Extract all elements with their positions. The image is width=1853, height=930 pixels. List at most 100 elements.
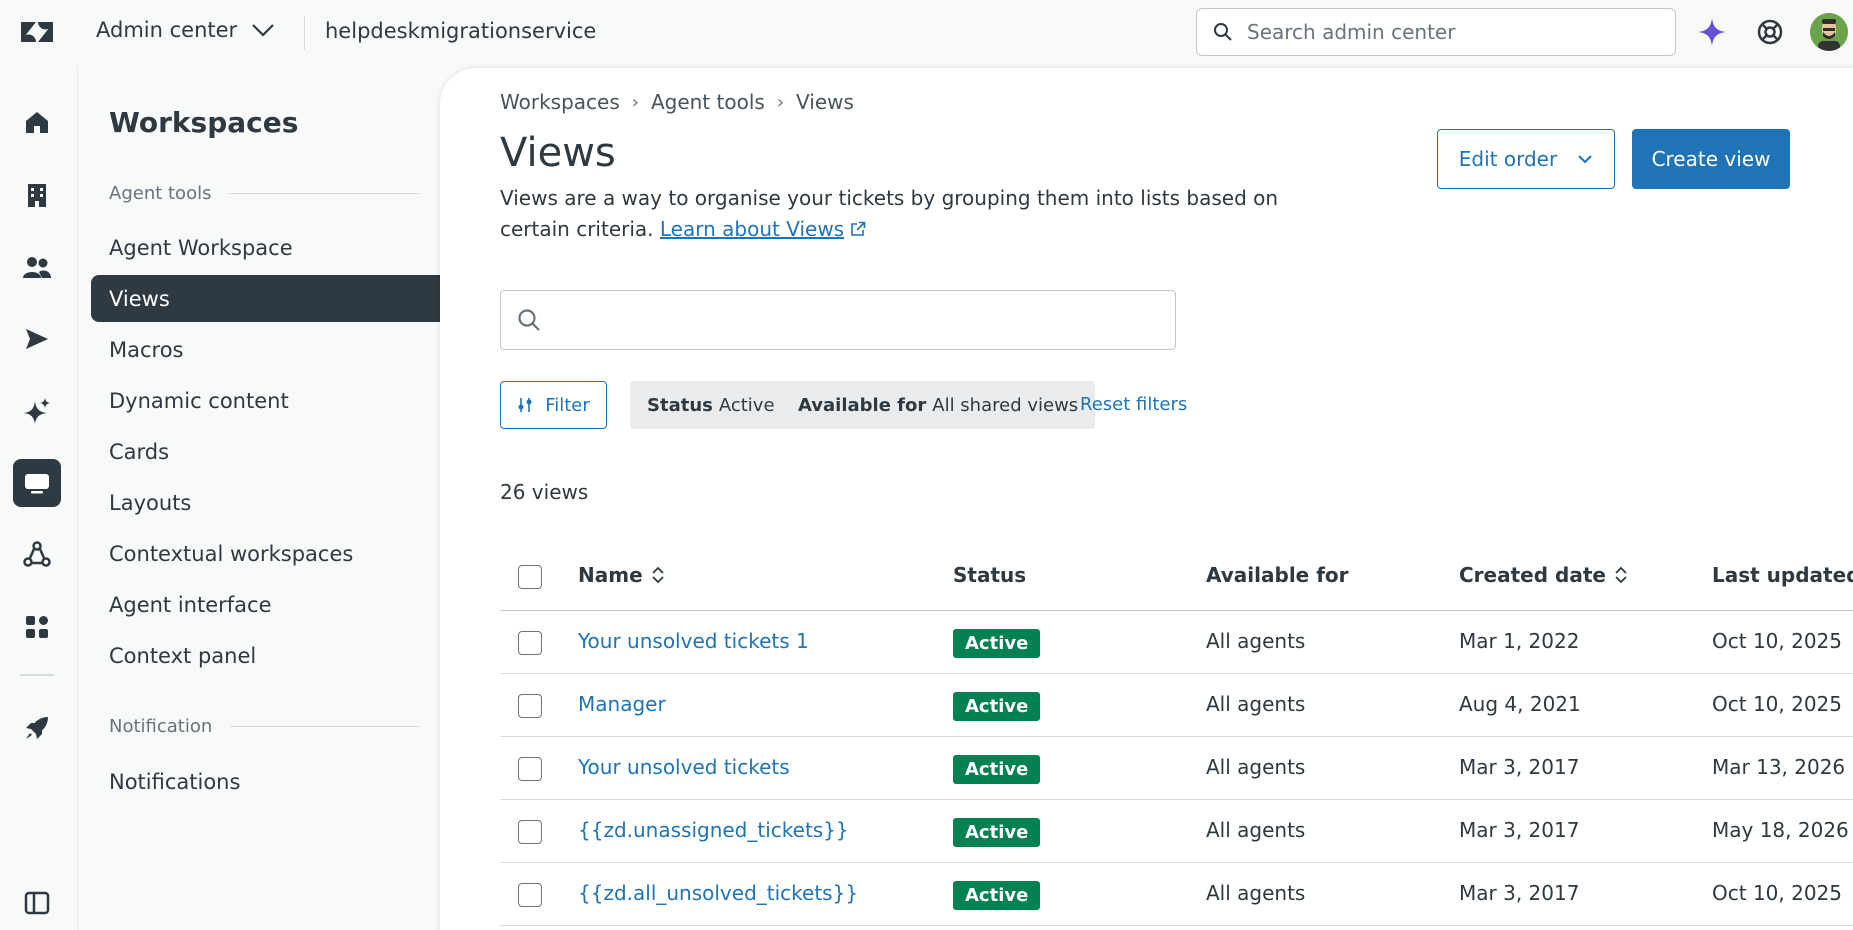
available-for-filter-chip[interactable]: Available for All shared views [781,381,1096,429]
table-row[interactable]: Your unsolved tickets Active All agents … [500,737,1853,800]
column-status: Status [953,563,1026,587]
edit-order-button[interactable]: Edit order [1437,129,1615,189]
table-row[interactable]: {{zd.unassigned_tickets}} Active All age… [500,800,1853,863]
zendesk-logo-icon[interactable] [18,17,56,47]
row-checkbox[interactable] [518,883,542,907]
breadcrumb-views: Views [796,90,854,114]
created-date-cell: Mar 3, 2017 [1459,755,1580,779]
view-name-link[interactable]: Your unsolved tickets [578,755,790,779]
ai-sparkle-button[interactable] [1694,14,1730,50]
table-row[interactable]: {{zd.all_unsolved_tickets}} Active All a… [500,863,1853,926]
column-name[interactable]: Name [578,563,665,587]
home-icon [26,112,48,133]
rail-getting-started[interactable] [13,704,61,752]
rail-people[interactable] [13,243,61,291]
created-date-cell: Mar 1, 2022 [1459,629,1580,653]
breadcrumb-workspaces[interactable]: Workspaces [500,90,620,114]
rail-home[interactable] [13,98,61,146]
description-text: Views are a way to organise your tickets… [500,186,1279,241]
view-name-link[interactable]: Manager [578,692,666,716]
views-search-input[interactable] [555,308,1175,332]
chip-value: All shared views [932,394,1079,416]
view-name-link[interactable]: {{zd.unassigned_tickets}} [578,818,849,842]
last-updated-cell: May 18, 2026 [1712,818,1849,842]
subnav-group-agent-tools: Agent tools [109,183,420,204]
column-last-updated[interactable]: Last updated [1712,563,1853,587]
available-for-cell: All agents [1206,755,1306,779]
table-row[interactable]: Your unsolved tickets 1 Active All agent… [500,611,1853,674]
status-badge: Active [953,881,1041,910]
filter-label: Filter [545,394,590,416]
objects-icon [23,541,51,567]
admin-search[interactable] [1196,8,1676,56]
help-lifebuoy-icon [1757,19,1783,45]
group-label: Notification [109,716,213,737]
select-all-checkbox[interactable] [518,565,542,589]
top-bar: Admin center helpdeskmigrationservice [0,0,1853,66]
rail-apps[interactable] [13,603,61,651]
column-created-date[interactable]: Created date [1459,563,1628,587]
subnav-group-notification: Notification [109,716,421,737]
breadcrumb-agent-tools[interactable]: Agent tools [651,90,765,114]
rail-account[interactable] [13,171,61,219]
product-switcher[interactable]: Admin center [96,18,275,42]
create-view-button[interactable]: Create view [1632,129,1790,189]
sidebar-toggle[interactable] [17,886,57,920]
column-label: Status [953,563,1027,587]
view-name-link[interactable]: {{zd.all_unsolved_tickets}} [578,881,858,905]
search-icon [518,309,540,331]
sort-icon [1615,566,1627,584]
status-badge: Active [953,755,1041,784]
people-icon [23,257,51,278]
rail-separator [20,674,54,676]
page-description: Views are a way to organise your tickets… [500,183,1310,245]
last-updated-cell: Mar 13, 2026 [1712,755,1846,779]
status-badge: Active [953,692,1041,721]
row-checkbox[interactable] [518,694,542,718]
last-updated-cell: Oct 10, 2025 [1712,692,1842,716]
available-for-cell: All agents [1206,629,1306,653]
created-date-cell: Mar 3, 2017 [1459,818,1580,842]
row-checkbox[interactable] [518,820,542,844]
chip-value: Active [718,394,775,416]
available-for-cell: All agents [1206,818,1306,842]
row-checkbox[interactable] [518,757,542,781]
column-label: Created date [1459,563,1606,587]
rail-ai[interactable] [13,387,61,435]
chip-label: Available for [798,394,927,416]
reset-filters-link[interactable]: Reset filters [1080,394,1187,415]
rocket-icon [26,717,48,739]
rail-workspaces[interactable] [13,459,61,507]
rail-channels[interactable] [13,315,61,363]
status-filter-chip[interactable]: Status Active [630,381,792,429]
last-updated-cell: Oct 10, 2025 [1712,629,1842,653]
view-name-link[interactable]: Your unsolved tickets 1 [578,629,809,653]
chevron-down-icon [1578,155,1592,164]
page-title: Views [500,130,616,176]
search-icon [1214,23,1232,41]
account-name: helpdeskmigrationservice [325,19,597,43]
user-avatar[interactable] [1810,13,1848,51]
chevron-right-icon: › [631,91,639,113]
created-date-cell: Aug 4, 2021 [1459,692,1581,716]
chevron-down-icon [252,24,274,37]
subnav-title: Workspaces [109,106,299,139]
views-search[interactable] [500,290,1176,350]
send-icon [26,329,48,349]
admin-search-input[interactable] [1247,20,1647,44]
column-label: Last updated [1712,563,1853,587]
filter-button[interactable]: Filter [500,381,607,429]
row-checkbox[interactable] [518,631,542,655]
help-button[interactable] [1752,14,1788,50]
product-name: Admin center [96,18,238,42]
table-row[interactable]: Manager Active All agents Aug 4, 2021 Oc… [500,674,1853,737]
workspace-monitor-icon [25,474,49,494]
column-label: Available for [1206,563,1349,587]
learn-about-views-link[interactable]: Learn about Views [660,217,844,241]
column-label: Name [578,563,643,587]
column-available-for: Available for [1206,563,1349,587]
rail-objects[interactable] [13,531,61,579]
table-header: Name Status Available for Created date L… [500,543,1853,611]
top-divider [304,16,305,50]
breadcrumb: Workspaces › Agent tools › Views [500,90,854,114]
